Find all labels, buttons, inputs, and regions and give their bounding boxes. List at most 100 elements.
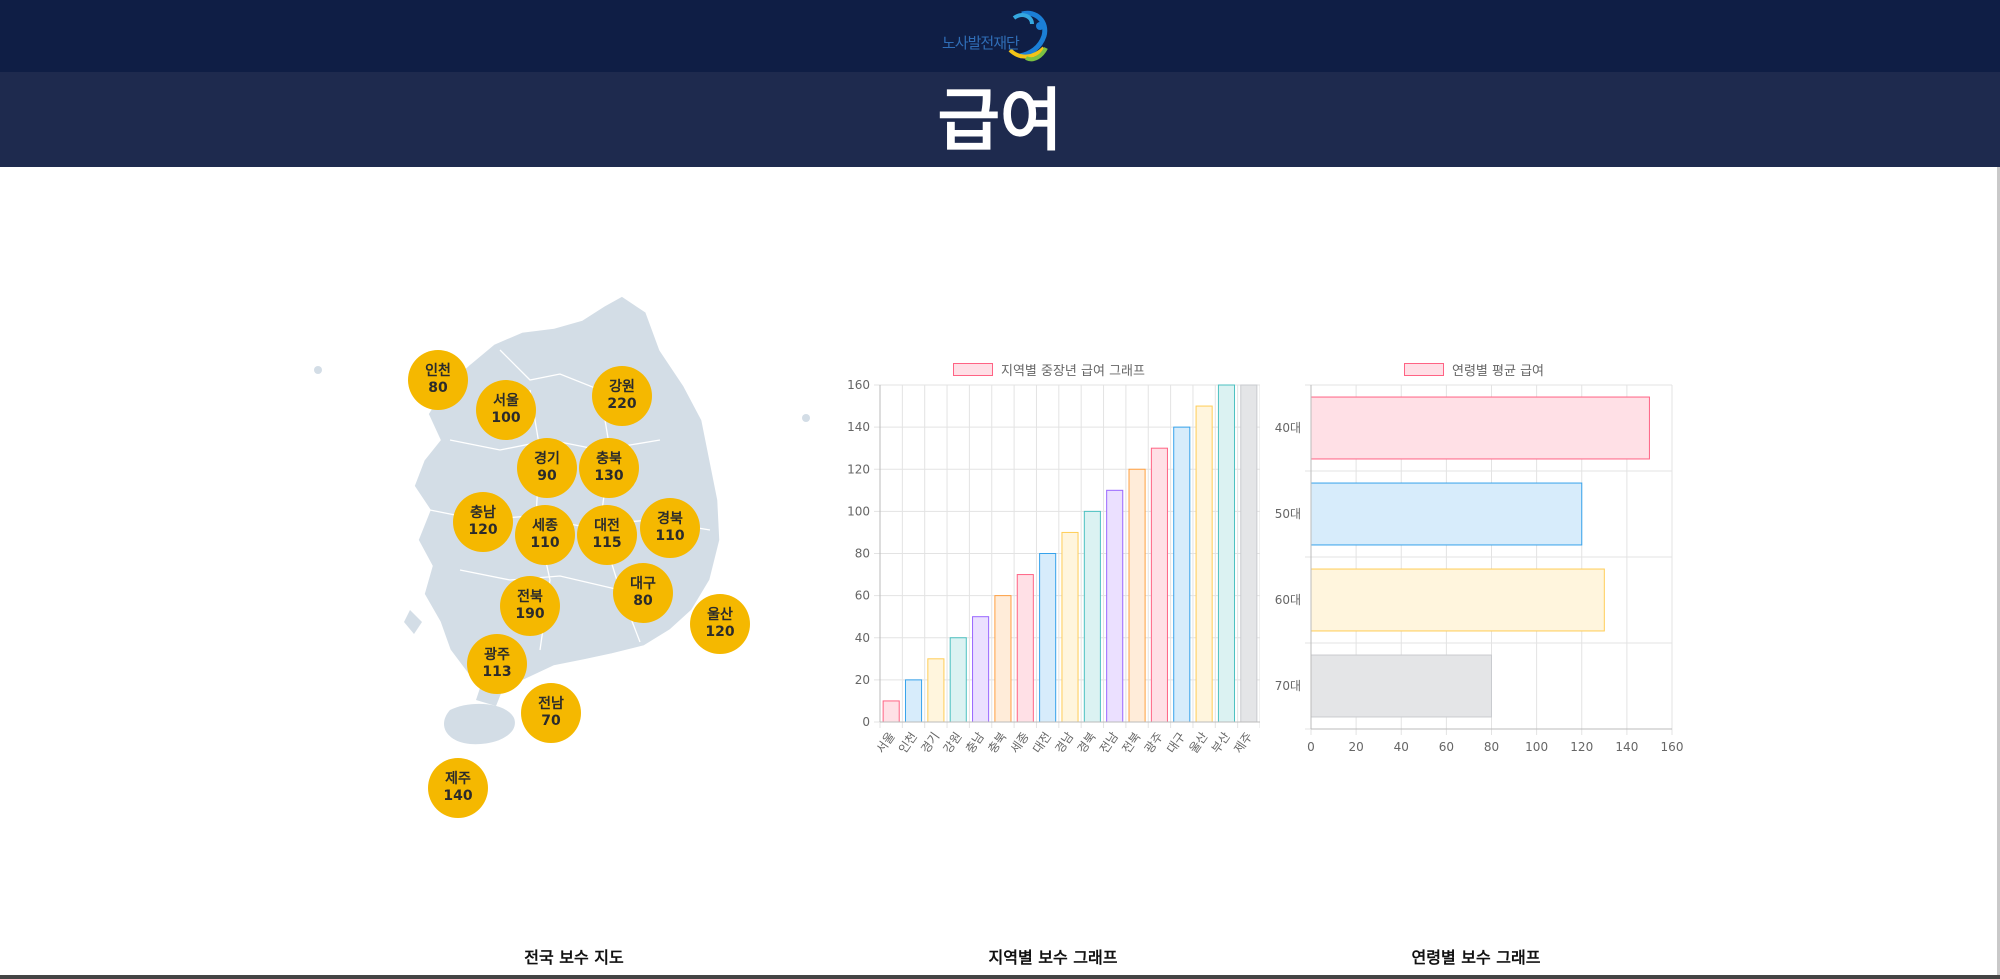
region-badge-name: 강원	[609, 379, 635, 395]
region-chart-caption: 지역별 보수 그래프	[988, 948, 1118, 967]
bar-전남	[1106, 489, 1124, 723]
region-badge-0[interactable]: 인천 80	[408, 350, 468, 410]
foundation-logo[interactable]: 노사발전재단	[940, 8, 1060, 66]
x-tick-label: 대구	[1164, 730, 1188, 756]
bar-대전	[1039, 553, 1057, 723]
bar-경남	[1061, 531, 1079, 723]
x-tick-label: 경북	[1075, 730, 1099, 756]
x-tick-label: 강원	[941, 730, 965, 756]
bar-부산	[1217, 384, 1236, 723]
x-tick-label: 20	[1348, 740, 1363, 754]
x-tick-label: 인천	[895, 729, 920, 756]
y-tick-label: 50대	[1275, 507, 1301, 521]
x-tick-label: 제주	[1231, 730, 1255, 756]
region-badge-1[interactable]: 서울 100	[476, 380, 536, 440]
bar-인천	[904, 679, 923, 723]
x-tick-label: 경기	[918, 730, 942, 756]
x-tick-label: 80	[1484, 740, 1499, 754]
region-badge-13[interactable]: 전남 70	[521, 683, 581, 743]
region-badge-2[interactable]: 강원 220	[592, 366, 652, 426]
region-badge-12[interactable]: 광주 113	[467, 634, 527, 694]
region-badge-value: 80	[633, 593, 653, 609]
bottom-divider	[0, 975, 2000, 979]
bar-60대	[1310, 568, 1605, 632]
y-tick-label: 70대	[1275, 679, 1301, 693]
region-salary-bar-chart: 0 20 40 60 80 100 120 140 160 서울인천경기강원충남충북세종대전경남경…	[847, 378, 1260, 756]
x-tick-label: 대전	[1030, 730, 1054, 756]
x-tick-label: 광주	[1142, 730, 1166, 756]
region-badge-5[interactable]: 충남 120	[453, 492, 513, 552]
region-badge-name: 세종	[532, 518, 558, 534]
x-tick-label: 서울	[873, 730, 897, 756]
region-badge-name: 제주	[445, 771, 471, 787]
bar-울산	[1195, 405, 1213, 723]
region-badge-name: 경북	[657, 511, 683, 527]
region-badge-value: 130	[594, 468, 624, 484]
region-badge-name: 광주	[484, 647, 510, 663]
x-tick-label: 충북	[985, 730, 1009, 756]
region-badge-value: 110	[655, 528, 685, 544]
region-badge-value: 80	[428, 380, 448, 396]
region-badge-name: 충남	[470, 505, 496, 521]
region-badge-value: 140	[443, 788, 473, 804]
bar-대구	[1173, 426, 1191, 723]
region-badge-name: 전북	[517, 589, 543, 605]
bar-50대	[1310, 482, 1583, 546]
region-badge-3[interactable]: 경기 90	[517, 438, 577, 498]
region-badge-14[interactable]: 제주 140	[428, 758, 488, 818]
region-badge-9[interactable]: 대구 80	[613, 563, 673, 623]
region-badge-value: 120	[705, 624, 735, 640]
region-badge-name: 울산	[707, 607, 733, 623]
region-badge-value: 100	[491, 410, 521, 426]
region-badge-value: 113	[482, 664, 512, 680]
x-tick-label: 전남	[1097, 730, 1121, 756]
y-tick-label: 60대	[1275, 593, 1301, 607]
age-salary-bar-chart: 0 20 40 60 80 100 120 140 160 40대 50대 60대 70대	[1275, 384, 1683, 754]
region-badge-name: 대전	[594, 518, 620, 534]
region-badge-6[interactable]: 세종 110	[515, 505, 575, 565]
x-tick-label: 울산	[1186, 730, 1210, 756]
bar-70대	[1310, 654, 1492, 718]
y-tick-label: 20	[855, 673, 870, 687]
region-badge-value: 120	[468, 522, 498, 538]
region-badge-name: 인천	[425, 363, 451, 379]
x-tick-label: 60	[1439, 740, 1454, 754]
y-tick-label: 120	[847, 462, 870, 476]
x-tick-label: 120	[1570, 740, 1593, 754]
y-tick-label: 60	[855, 589, 870, 603]
age-chart-caption: 연령별 보수 그래프	[1411, 948, 1541, 967]
map-caption: 전국 보수 지도	[524, 948, 624, 967]
region-badge-name: 전남	[538, 696, 564, 712]
logo-text: 노사발전재단	[942, 34, 1020, 52]
bar-세종	[1016, 574, 1034, 723]
korea-map-shape	[314, 295, 810, 745]
x-tick-label: 40	[1394, 740, 1409, 754]
x-tick-label: 140	[1615, 740, 1638, 754]
region-badge-value: 110	[530, 535, 560, 551]
region-badge-value: 190	[515, 606, 545, 622]
region-badge-11[interactable]: 울산 120	[690, 594, 750, 654]
bar-광주	[1150, 447, 1168, 723]
region-badge-10[interactable]: 전북 190	[500, 576, 560, 636]
region-badge-4[interactable]: 충북 130	[579, 438, 639, 498]
region-badge-7[interactable]: 대전 115	[577, 505, 637, 565]
bar-서울	[882, 700, 900, 723]
y-tick-label: 0	[862, 715, 870, 729]
page-title: 급여	[937, 82, 1063, 161]
korea-salary-map	[300, 290, 860, 830]
x-tick-label: 충남	[963, 730, 987, 756]
region-badge-value: 220	[607, 396, 637, 412]
region-badge-value: 90	[537, 468, 557, 484]
region-badge-name: 경기	[534, 451, 560, 467]
region-badge-value: 70	[541, 713, 561, 729]
region-badge-8[interactable]: 경북 110	[640, 498, 700, 558]
x-tick-label: 경남	[1052, 730, 1076, 756]
bar-경기	[927, 658, 945, 723]
x-tick-label: 전북	[1119, 730, 1143, 756]
x-tick-label: 세종	[1008, 730, 1032, 756]
y-tick-label: 100	[847, 504, 870, 518]
region-badge-value: 115	[592, 535, 622, 551]
bar-충북	[994, 595, 1012, 723]
y-tick-label: 140	[847, 420, 870, 434]
region-badge-name: 충북	[596, 451, 622, 467]
